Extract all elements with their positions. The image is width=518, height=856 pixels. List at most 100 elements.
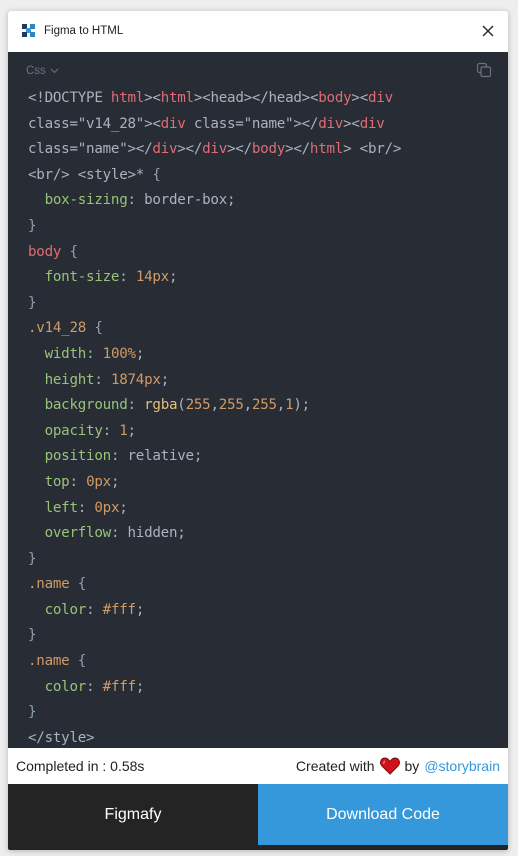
figma-to-html-logo-icon: [22, 24, 35, 37]
code-line: position: relative;: [28, 444, 401, 470]
code-line: .name {: [28, 649, 401, 675]
code-token-plain: ;: [160, 371, 170, 388]
code-token-num: 14px: [135, 269, 169, 286]
code-line: width: 100%;: [28, 342, 401, 368]
copy-icon[interactable]: [476, 62, 492, 78]
code-token-tag: html: [160, 90, 194, 106]
code-token-brace: }: [28, 294, 37, 311]
code-line: color: #fff;: [28, 598, 401, 624]
author-link[interactable]: @storybrain: [424, 748, 500, 784]
code-token-tag: div: [359, 115, 385, 132]
code-token-brace: }: [28, 704, 37, 721]
action-buttons: Figmafy Download Code: [8, 784, 508, 845]
code-block[interactable]: <!DOCTYPE html><html><head></head><body>…: [28, 86, 401, 748]
code-line: <!DOCTYPE html><html><head></head><body>…: [28, 86, 401, 112]
code-token-num: #fff: [102, 678, 136, 695]
code-token-plain: ;: [135, 601, 145, 618]
code-token-prop: overflow: [44, 525, 112, 542]
code-line: height: 1874px;: [28, 368, 401, 394]
code-token-tag: html: [309, 141, 344, 158]
code-token-plain: :: [86, 678, 103, 695]
code-token-plain: ,: [276, 397, 286, 414]
code-token-plain: <br/> <style>*: [28, 166, 153, 183]
created-with-label: Created with: [295, 758, 375, 774]
code-token-brace: {: [94, 320, 103, 337]
code-token-plain: ;: [135, 345, 145, 362]
code-line: }: [28, 547, 401, 573]
code-token-brace: }: [28, 217, 37, 234]
code-line: class="v14_28"><div class="name"></div><…: [28, 112, 401, 138]
code-token-prop: color: [44, 601, 87, 618]
code-token-brace: }: [28, 550, 37, 567]
plugin-window: Figma to HTML Css <!DOCTYPE html><html><…: [8, 11, 508, 850]
download-code-button[interactable]: Download Code: [258, 784, 508, 845]
code-line: }: [28, 291, 401, 317]
code-token-plain: class="name"></: [185, 115, 319, 132]
code-token-prop: left: [44, 499, 78, 516]
code-token-plain: ;: [119, 499, 128, 516]
code-token-plain: :: [102, 422, 120, 439]
code-token-prop: color: [44, 678, 87, 695]
code-line: top: 0px;: [28, 470, 401, 496]
code-token-tag: div: [160, 115, 186, 132]
code-token-tag: body: [318, 90, 352, 106]
code-token-prop: font-size: [44, 269, 120, 286]
code-token-prop: width: [44, 345, 87, 362]
code-token-prop: height: [44, 371, 95, 388]
code-token-plain: :: [77, 499, 95, 516]
code-token-plain: class="name"></: [28, 141, 153, 158]
code-token-num: 255: [251, 397, 277, 414]
code-panel: Css <!DOCTYPE html><html><head></head><b…: [8, 52, 508, 748]
code-token-plain: ></: [177, 141, 203, 158]
code-token-tag: html: [110, 90, 145, 106]
code-token-prop: opacity: [44, 422, 103, 439]
code-token-plain: ,: [243, 397, 253, 414]
code-token-plain: : relative;: [110, 448, 203, 465]
code-token-prop: position: [44, 448, 112, 465]
code-token-plain: ;: [168, 269, 178, 286]
code-token-num: 255: [218, 397, 244, 414]
code-token-num: 0px: [94, 499, 120, 516]
code-token-plain: class="v14_28"><: [28, 115, 161, 132]
code-token-plain: );: [293, 397, 310, 414]
code-line: background: rgba(255,255,255,1);: [28, 393, 401, 419]
code-token-brace: {: [77, 653, 87, 670]
code-token-num: 255: [185, 397, 211, 414]
code-token-brace: {: [69, 243, 78, 260]
code-token-plain: > <br/>: [343, 141, 402, 158]
figmafy-button[interactable]: Figmafy: [8, 784, 258, 845]
code-token-plain: ;: [127, 422, 137, 439]
code-token-plain: :: [86, 601, 103, 618]
code-line: }: [28, 214, 401, 240]
code-token-num: 100%: [102, 345, 136, 362]
language-select[interactable]: Css: [26, 65, 59, 77]
code-token-num: 1: [119, 422, 128, 439]
code-token-brace: }: [28, 627, 37, 644]
code-token-brace: {: [77, 576, 87, 593]
code-token-plain: ></: [227, 141, 252, 158]
code-token-plain: :: [119, 269, 136, 286]
code-line: .name {: [28, 572, 401, 598]
by-label: by: [404, 758, 420, 774]
code-token-prop: box-sizing: [44, 192, 128, 209]
code-token-plain: ><: [144, 90, 161, 106]
code-token-plain: :: [94, 371, 111, 388]
code-line: }: [28, 700, 401, 726]
code-token-tag: body: [251, 141, 286, 158]
code-token-tag: div: [368, 90, 393, 106]
language-label: Css: [26, 65, 46, 77]
close-icon[interactable]: [480, 23, 496, 39]
code-line: .v14_28 {: [28, 316, 401, 342]
code-token-prop: top: [44, 473, 70, 490]
code-token-prop: background: [44, 397, 128, 414]
status-bar: Completed in : 0.58s Created with by @st…: [8, 748, 508, 784]
